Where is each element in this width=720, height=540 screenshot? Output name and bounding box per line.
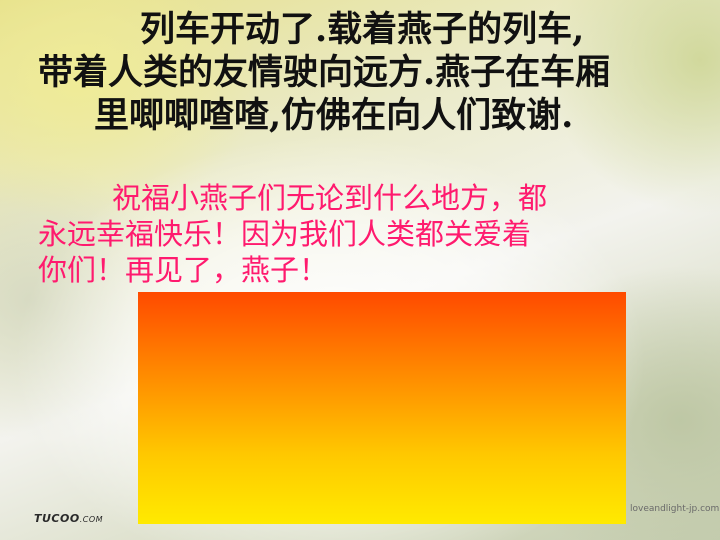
tucoo-watermark: TUCOO.COM [34, 512, 103, 525]
blessing-line-2: 永远幸福快乐！因为我们人类都关爱着 [38, 217, 532, 251]
site-watermark: loveandlight-jp.com [630, 504, 720, 514]
watermark-brand: TUCOO [34, 512, 80, 525]
blessing-line-1: 祝福小燕子们无论到什么地方，都 [112, 181, 548, 215]
blessing-paragraph: 祝福小燕子们无论到什么地方，都 永远幸福快乐！因为我们人类都关爱着 你们！再见了… [38, 180, 678, 288]
gradient-rectangle [138, 292, 626, 524]
main-text-line-3: 里唧唧喳喳,仿佛在向人们致谢. [94, 95, 574, 136]
blessing-line-3: 你们！再见了，燕子！ [38, 253, 329, 287]
main-paragraph: 列车开动了.载着燕子的列车, 带着人类的友情驶向远方.燕子在车厢 里唧唧喳喳,仿… [0, 8, 720, 137]
watermark-suffix: .COM [79, 515, 104, 524]
main-text-line-2: 带着人类的友情驶向远方.燕子在车厢 [38, 52, 611, 93]
slide-background: 列车开动了.载着燕子的列车, 带着人类的友情驶向远方.燕子在车厢 里唧唧喳喳,仿… [0, 0, 720, 540]
main-text-line-1: 列车开动了.载着燕子的列车, [140, 9, 585, 50]
